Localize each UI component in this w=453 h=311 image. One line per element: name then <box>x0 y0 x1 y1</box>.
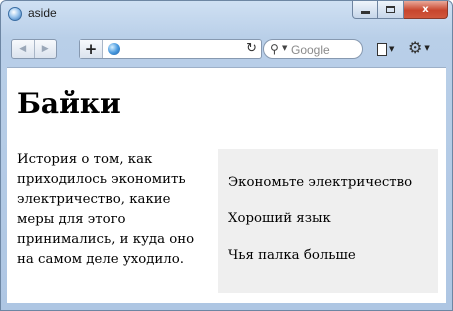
maximize-button[interactable] <box>378 1 404 19</box>
browser-window: aside x ◀ ▶ + ↻ ⚲ ▼ Google ▼ ⚙ ▼ Байки И… <box>0 0 453 311</box>
search-input[interactable]: Google <box>291 43 330 57</box>
reload-icon[interactable]: ↻ <box>246 40 257 58</box>
back-arrow-icon: ◀ <box>19 44 27 54</box>
window-title: aside <box>28 6 57 20</box>
navigation-buttons: ◀ ▶ <box>11 39 57 59</box>
settings-menu-button[interactable]: ⚙ ▼ <box>408 38 438 58</box>
browser-toolbar: ◀ ▶ + ↻ ⚲ ▼ Google ▼ ⚙ ▼ <box>7 32 446 65</box>
chevron-down-icon: ▼ <box>424 44 430 52</box>
gear-icon: ⚙ <box>408 38 423 57</box>
aside-item: Экономьте электричество <box>228 175 413 190</box>
address-bar[interactable]: + ↻ <box>79 39 262 59</box>
chevron-down-icon: ▼ <box>389 45 395 53</box>
search-engine-dropdown-icon[interactable]: ▼ <box>282 44 287 52</box>
page-title: Байки <box>17 87 121 120</box>
title-bar[interactable]: aside x <box>1 1 452 27</box>
search-box[interactable]: ⚲ ▼ Google <box>263 39 363 59</box>
window-controls: x <box>352 1 448 19</box>
minimize-button[interactable] <box>352 1 378 19</box>
story-paragraph: История о том, как приходилось экономить… <box>17 152 195 267</box>
add-bookmark-button[interactable]: + <box>80 40 103 58</box>
site-globe-icon <box>108 43 120 55</box>
forward-button[interactable]: ▶ <box>33 40 57 58</box>
back-button[interactable]: ◀ <box>12 40 34 58</box>
close-icon: x <box>422 4 429 15</box>
minimize-icon <box>360 10 370 14</box>
browser-app-icon <box>8 7 22 21</box>
search-icon: ⚲ <box>270 42 279 56</box>
aside-item: Чья палка больше <box>228 248 356 263</box>
aside-item: Хороший язык <box>228 211 331 226</box>
page-content: Байки История о том, как приходилось эко… <box>7 67 446 303</box>
maximize-icon <box>386 6 395 13</box>
forward-arrow-icon: ▶ <box>41 44 49 54</box>
close-button[interactable]: x <box>404 1 448 19</box>
page-menu-button[interactable]: ▼ <box>377 40 401 58</box>
page-icon <box>377 42 387 56</box>
aside-panel: Экономьте электричество Хороший язык Чья… <box>218 149 438 293</box>
